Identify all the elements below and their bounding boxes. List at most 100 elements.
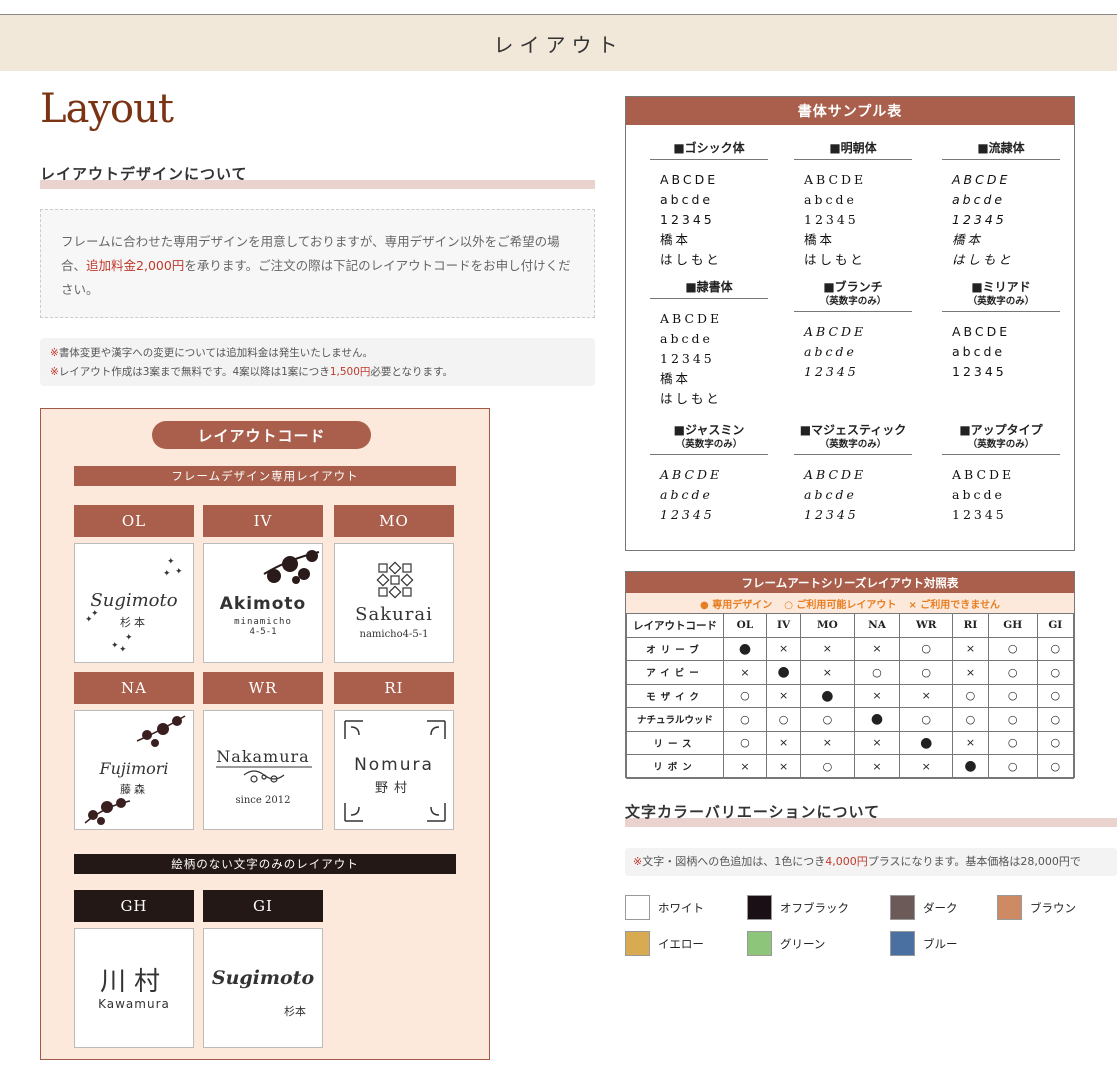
ref-cell: ○: [1036, 707, 1075, 732]
ref-row-label: モザイク: [626, 683, 724, 708]
font-sample-line: 12345: [804, 507, 859, 522]
font-sample-text: ABCDE abcde 12345: [650, 465, 768, 525]
font-name: ■マジェスティック: [799, 423, 907, 437]
ref-cell: ●: [853, 707, 901, 732]
ref-row-label: ナチュラルウッド: [626, 707, 724, 732]
ref-cell: ×: [765, 683, 802, 708]
ref-cell: ○: [987, 683, 1038, 708]
ref-cell: ○: [723, 707, 767, 732]
svg-text:✦: ✦: [119, 645, 127, 655]
ref-cell: ○: [987, 707, 1038, 732]
color-label: ブルー: [923, 936, 958, 951]
ref-cell: ●: [723, 636, 767, 661]
font-sample-line: abcde: [660, 192, 714, 207]
color-chip: [747, 931, 772, 956]
color-label: グリーン: [780, 936, 826, 951]
ref-cell: ×: [800, 730, 855, 755]
ref-cell: ○: [853, 660, 901, 685]
font-sample-line: abcde: [804, 192, 857, 207]
font-subnote: （英数字のみ）: [819, 296, 887, 307]
color-label: ブラウン: [1030, 900, 1076, 915]
code-label-ri: RI: [334, 672, 454, 704]
font-sample-line: はしもと: [804, 252, 866, 267]
sample-name: Sugimoto: [211, 967, 315, 989]
table-row: リボン × × ○ × × ● ○ ○: [626, 754, 1075, 779]
font-sample-line: abcde: [952, 487, 1005, 502]
ref-cell: ×: [952, 636, 989, 661]
table-row: オリーブ ● × × × ○ × ○ ○: [626, 636, 1075, 661]
font-sample-line: abcde: [804, 344, 857, 359]
svg-text:✦: ✦: [167, 557, 175, 567]
color-label: オフブラック: [780, 900, 849, 915]
layout-code-panel: レイアウトコード フレームデザイン専用レイアウト OL IV MO ✦ ✦ ✦ ✦ ✦ ✦…: [40, 408, 490, 1060]
note-box: ※書体変更や漢字への変更については追加料金は発生いたしません。 ※レイアウト作成…: [40, 338, 595, 386]
code-label-na: NA: [74, 672, 194, 704]
ref-cell: ○: [800, 754, 855, 779]
color-swatch: ホワイト: [625, 895, 704, 920]
ref-row-label: オリーブ: [626, 636, 724, 661]
ref-cell: ○: [1036, 754, 1075, 779]
ref-header-label: レイアウトコード: [626, 613, 724, 638]
font-sample-line: ABCDE: [804, 324, 867, 339]
color-label: イエロー: [658, 936, 704, 951]
font-sample-line: はしもと: [660, 252, 722, 267]
font-sample-text: ABCDE abcde 12345 橋本 はしもと: [942, 170, 1060, 270]
font-name: ■流隷体: [977, 141, 1025, 155]
font-sample-line: ABCDE: [804, 172, 867, 187]
ref-cell: ○: [1036, 683, 1075, 708]
ref-cell: ×: [800, 636, 855, 661]
note-text: 書体変更や漢字への変更については追加料金は発生いたしません。: [58, 347, 373, 359]
design-section-title: レイアウトデザインについて: [40, 165, 248, 183]
font-sample-cell: ■ジャスミン （英数字のみ） ABCDE abcde 12345: [650, 423, 768, 525]
font-sample-line: abcde: [660, 331, 713, 346]
font-name: ■隷書体: [685, 280, 733, 294]
font-sample-line: 橋本: [660, 371, 692, 386]
color-swatch: イエロー: [625, 931, 704, 956]
font-sample-line: 12345: [660, 351, 715, 366]
table-row: リース ○ × × × ● × ○ ○: [626, 730, 1075, 755]
font-sample-title: 書体サンプル表: [626, 97, 1074, 125]
svg-text:✦: ✦: [163, 569, 171, 579]
info-highlight-price: 追加料金2,000円: [86, 258, 185, 273]
ref-cell: ○: [987, 730, 1038, 755]
legend-unavailable: × ご利用できません: [908, 599, 1000, 611]
code-label-gi: GI: [203, 890, 323, 922]
ref-cell: ×: [853, 636, 901, 661]
ref-cell: ×: [853, 683, 901, 708]
font-subnote: （英数字のみ）: [967, 296, 1035, 307]
legend-exclusive: ● 専用デザイン: [700, 599, 773, 611]
font-sample-text: ABCDE abcde 12345: [942, 322, 1060, 382]
note-mark: ※: [50, 347, 59, 359]
font-sample-line: ABCDE: [952, 172, 1011, 187]
font-underline: [942, 311, 1060, 312]
font-name: ■明朝体: [829, 141, 877, 155]
ref-column-header: OL: [723, 613, 767, 638]
font-sample-text: ABCDE abcde 12345: [794, 465, 912, 525]
ref-row-label: リボン: [626, 754, 724, 779]
note-mark: ※: [50, 366, 59, 378]
font-name: ■アップタイプ: [959, 423, 1043, 437]
sample-ol: ✦ ✦ ✦ ✦ ✦ ✦ ✦ ✦ Sugimoto 杉本: [74, 543, 194, 663]
font-sample-line: abcde: [952, 344, 1006, 359]
ref-cell: ●: [765, 660, 802, 685]
font-underline: [650, 159, 768, 160]
ref-cell: ●: [899, 730, 954, 755]
ref-column-header: RI: [952, 613, 989, 638]
font-sample-line: 12345: [660, 507, 715, 522]
color-note: ※文字・図柄への色追加は、1色につき4,000円プラスになります。基本価格は28…: [625, 848, 1117, 876]
font-name: ■ゴシック体: [673, 141, 745, 155]
color-section-title: 文字カラーバリエーションについて: [625, 803, 881, 821]
code-label-ol: OL: [74, 505, 194, 537]
ref-cell: ○: [899, 707, 954, 732]
ref-column-header: MO: [800, 613, 855, 638]
ref-cell: ×: [765, 754, 802, 779]
font-name: ■ブランチ: [823, 280, 883, 294]
color-swatch: ブラウン: [997, 895, 1076, 920]
font-sample-cell: ■アップタイプ （英数字のみ） ABCDE abcde 12345: [942, 423, 1060, 525]
font-sample-text: ABCDE abcde 12345 橋本 はしもと: [650, 309, 768, 409]
note-price: 1,500円: [329, 366, 371, 378]
frame-layout-band: フレームデザイン専用レイアウト: [74, 466, 456, 486]
font-sample-cell: ■ブランチ （英数字のみ） ABCDE abcde 12345: [794, 280, 912, 382]
ref-cell: ●: [952, 754, 989, 779]
font-sample-cell: ■マジェスティック （英数字のみ） ABCDE abcde 12345: [794, 423, 912, 525]
